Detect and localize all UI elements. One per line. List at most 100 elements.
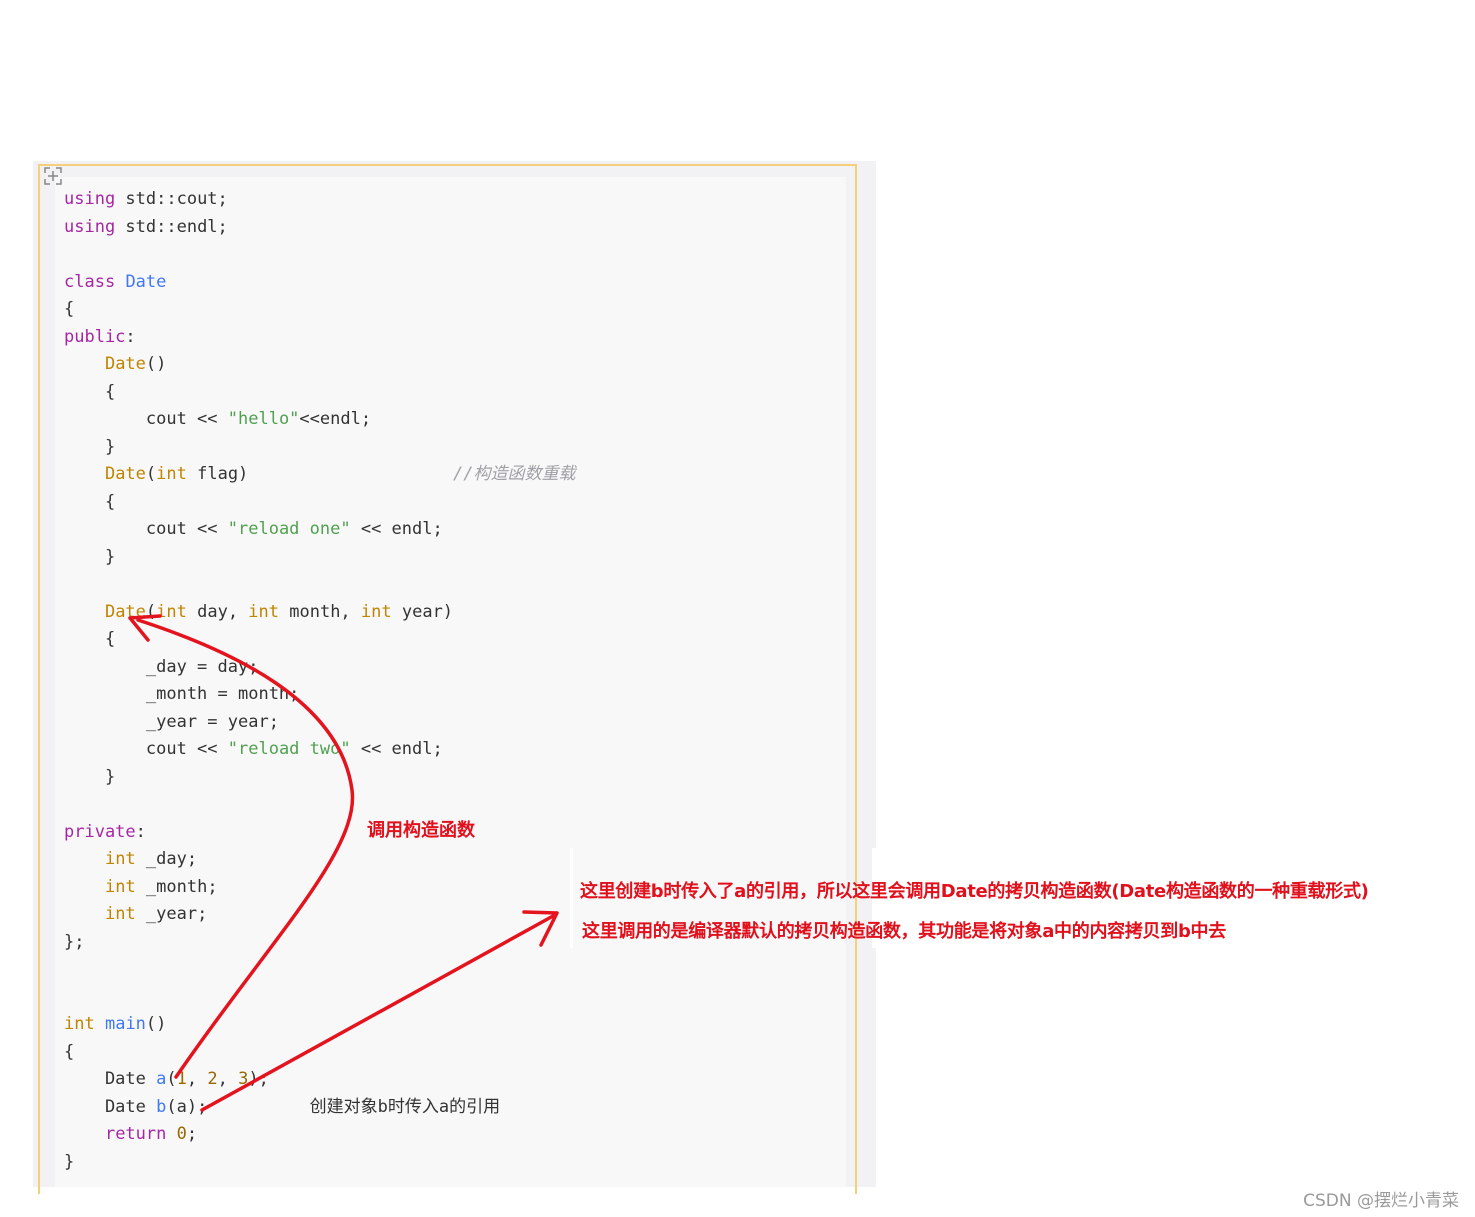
- code-token: std::cout;: [115, 189, 228, 209]
- code-line: class Date: [64, 269, 575, 297]
- code-token: {: [64, 299, 75, 319]
- code-token: "reload one": [227, 519, 351, 539]
- code-token: Date: [64, 1096, 157, 1117]
- code-token: month,: [279, 601, 361, 622]
- code-line: }: [64, 1149, 575, 1177]
- code-token: {: [64, 629, 116, 649]
- code-token: {: [64, 381, 116, 402]
- code-token: _month;: [135, 876, 218, 897]
- code-token: int: [104, 876, 136, 897]
- code-line: Date(int flag) //构造函数重载: [64, 461, 576, 489]
- code-token: _year;: [135, 904, 208, 924]
- code-token: );: [248, 1069, 269, 1089]
- code-line: _month = month;: [64, 681, 575, 709]
- code-line: int _day;: [64, 846, 575, 874]
- code-token: cout <<: [64, 739, 228, 759]
- code-token: ,: [186, 1069, 208, 1089]
- code-line: };: [64, 929, 575, 957]
- code-token: "hello": [227, 409, 300, 429]
- code-token: (): [145, 354, 167, 374]
- code-token: }: [64, 766, 116, 787]
- code-line: using std::endl;: [64, 214, 575, 242]
- code-line: return 0;: [64, 1121, 575, 1149]
- code-token: _day = day;: [64, 656, 259, 677]
- divider: [570, 848, 573, 948]
- code-token: (: [166, 1069, 177, 1089]
- code-line: _day = day;: [64, 654, 575, 682]
- annotation-copy-constructor-line2: 这里调用的是编译器默认的拷贝构造函数，其功能是将对象a中的内容拷贝到b中去: [582, 921, 1226, 942]
- code-token: {: [64, 491, 116, 512]
- code-line: {: [64, 379, 575, 407]
- code-token: << endl;: [350, 519, 443, 539]
- code-token: using: [64, 189, 116, 209]
- code-line: }: [64, 544, 575, 572]
- code-token: (: [145, 601, 157, 622]
- code-token: 1: [176, 1069, 187, 1089]
- code-token: "reload two": [227, 739, 351, 759]
- code-line: public:: [64, 324, 575, 352]
- expand-icon[interactable]: [43, 166, 63, 186]
- annotation-call-constructor: 调用构造函数: [367, 820, 475, 841]
- code-token: (a); 创建对象b时传入a的引用: [166, 1096, 501, 1117]
- code-token: (): [145, 1014, 167, 1034]
- code-token: private: [64, 821, 136, 842]
- code-token: {: [64, 1041, 75, 1062]
- code-line: int _month;: [64, 874, 575, 902]
- code-line: {: [64, 1039, 575, 1067]
- code-line: {: [64, 626, 575, 654]
- code-line: cout << "reload one" << endl;: [64, 516, 575, 544]
- code-token: Date: [104, 464, 146, 484]
- code-token: _month = month;: [64, 684, 300, 704]
- code-token: << endl;: [350, 739, 443, 759]
- code-token: Date: [64, 1069, 157, 1089]
- code-token: year): [391, 601, 454, 622]
- code-line: Date(int day, int month, int year): [64, 599, 575, 627]
- code-line: {: [64, 296, 575, 324]
- code-line: {: [64, 489, 575, 517]
- code-token: };: [64, 931, 85, 952]
- code-token: (: [145, 464, 157, 484]
- code-token: cout <<: [64, 409, 228, 429]
- code-line: Date a(1, 2, 3);: [64, 1066, 575, 1094]
- code-token: b: [156, 1096, 167, 1117]
- code-token: int: [360, 601, 392, 622]
- code-token: class: [64, 271, 116, 292]
- code-line: int _year;: [64, 901, 575, 929]
- code-token: :: [125, 326, 136, 347]
- code-token: int: [156, 601, 187, 622]
- code-token: :: [135, 821, 146, 842]
- code-token: int: [248, 601, 280, 622]
- code-line: }: [64, 764, 575, 792]
- code-token: 3: [238, 1069, 249, 1089]
- code-token: Date: [125, 271, 167, 292]
- code-line: Date b(a); 创建对象b时传入a的引用: [64, 1094, 575, 1122]
- code-line: _year = year;: [64, 709, 575, 737]
- annotation-copy-constructor-line1: 这里创建b时传入了a的引用，所以这里会调用Date的拷贝构造函数(Date构造函…: [580, 881, 1369, 902]
- code-token: main: [104, 1014, 146, 1034]
- code-token: flag): [186, 464, 453, 484]
- watermark: CSDN @摆烂小青菜: [1303, 1191, 1459, 1211]
- code-token: cout <<: [64, 519, 228, 539]
- code-token: std::endl;: [115, 216, 228, 237]
- code-line: Date(): [64, 351, 575, 379]
- code-token: //构造函数重载: [452, 464, 576, 484]
- code-token: ;: [186, 1124, 198, 1144]
- code-token: using: [64, 216, 116, 237]
- code-token: _day;: [135, 849, 198, 869]
- code-token: day,: [186, 601, 249, 622]
- code-token: 0: [176, 1124, 187, 1144]
- code-listing: using std::cout; using std::endl; class D…: [64, 186, 575, 1176]
